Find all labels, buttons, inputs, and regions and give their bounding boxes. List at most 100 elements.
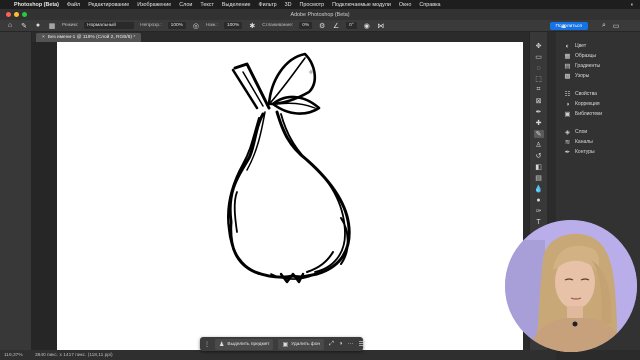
pressure-input[interactable]: 100% xyxy=(223,22,243,29)
opacity-label: Непрозр.: xyxy=(140,23,162,28)
eraser-tool-icon[interactable]: ◧ xyxy=(534,163,544,171)
panel-group-properties: ☷ Свойства ◑ Коррекция ▣ Библиотеки xyxy=(556,89,640,119)
contextual-task-bar: ⋮ ♟ Выделить предмет ▣ Удалить фон ⤢ ◑ ·… xyxy=(200,337,364,351)
opacity-input[interactable]: 100% xyxy=(167,22,186,29)
window-title-bar: Adobe Photoshop (Beta) xyxy=(0,9,640,20)
document-tab-close-icon[interactable]: × xyxy=(42,35,45,40)
drag-handle-icon[interactable]: ⋮ xyxy=(204,341,210,348)
select-subject-icon: ♟ xyxy=(219,341,225,348)
brush-preset-icon[interactable]: ● xyxy=(34,22,42,30)
pen-tool-icon[interactable]: ✑ xyxy=(534,207,544,215)
menu-item-plugins[interactable]: Подключаемые модули xyxy=(332,2,391,8)
document-tab-label: Без имени-1 @ 119% (Слой 2, RGB/8) * xyxy=(47,35,136,40)
menu-item-filter[interactable]: Фильтр xyxy=(259,2,277,8)
panel-group-color: ◐ Цвет ▦ Образцы ▤ Градиенты ▩ Узоры xyxy=(556,41,640,81)
panel-item-adjustments[interactable]: ◑ Коррекция xyxy=(556,99,640,109)
menu-app-name[interactable]: Photoshop (Beta) xyxy=(14,2,59,8)
brush-tool-active-icon[interactable]: ✎ xyxy=(533,130,544,138)
healing-brush-tool-icon[interactable]: ✚ xyxy=(534,119,544,127)
home-icon[interactable]: ⌂ xyxy=(6,22,14,30)
properties-icon: ☷ xyxy=(564,91,571,98)
taskbar-settings-icon[interactable]: ☰ xyxy=(359,341,364,348)
menu-item-view[interactable]: Просмотр xyxy=(300,2,325,8)
panel-item-layers[interactable]: ◈ Слои xyxy=(556,127,640,137)
brush-tool-icon[interactable]: ✎ xyxy=(20,22,28,30)
smoothing-input[interactable]: 0% xyxy=(299,22,313,29)
gradient-tool-icon[interactable]: ▤ xyxy=(534,174,544,182)
more-options-button[interactable]: ··· xyxy=(348,341,354,347)
panel-item-paths[interactable]: ✒ Контуры xyxy=(556,147,640,157)
menu-item-text[interactable]: Текст xyxy=(200,2,214,8)
window-title: Adobe Photoshop (Beta) xyxy=(290,11,350,18)
panel-label: Образцы xyxy=(575,53,597,59)
menu-status-area: ◐ xyxy=(631,2,634,8)
menu-bar: Photoshop (Beta) Файл Редактирование Изо… xyxy=(0,0,640,9)
object-select-tool-icon[interactable]: ⬚ xyxy=(534,75,544,83)
move-tool-icon[interactable]: ✥ xyxy=(534,42,544,50)
menu-item-file[interactable]: Файл xyxy=(67,2,80,8)
artboard-tool-icon[interactable]: ▭ xyxy=(534,53,544,61)
panel-item-channels[interactable]: ≋ Каналы xyxy=(556,137,640,147)
share-button[interactable]: Поделиться xyxy=(549,22,588,30)
pressure-size-icon[interactable]: ◉ xyxy=(363,22,371,30)
panel-item-patterns[interactable]: ▩ Узоры xyxy=(556,71,640,81)
control-center-icon[interactable]: ◐ xyxy=(631,2,634,8)
menu-item-3d[interactable]: 3D xyxy=(285,2,292,8)
menu-item-edit[interactable]: Редактирование xyxy=(88,2,129,8)
document-canvas[interactable] xyxy=(57,42,523,350)
pressure-opacity-icon[interactable]: ◎ xyxy=(192,22,200,30)
menu-item-image[interactable]: Изображение xyxy=(137,2,171,8)
workspace-icon[interactable]: ▭ xyxy=(612,22,620,30)
panel-label: Цвет xyxy=(575,43,587,49)
document-tab[interactable]: × Без имени-1 @ 119% (Слой 2, RGB/8) * xyxy=(36,33,142,42)
menu-item-window[interactable]: Окно xyxy=(399,2,412,8)
adjustment-icon[interactable]: ◑ xyxy=(339,341,343,347)
type-tool-icon[interactable]: T xyxy=(534,218,544,226)
panel-item-libraries[interactable]: ▣ Библиотеки xyxy=(556,109,640,119)
blur-tool-icon[interactable]: 💧 xyxy=(534,185,544,193)
zoom-window-button[interactable] xyxy=(22,12,27,17)
options-bar: ⌂ ✎ ● ▦ Режим: Нормальный Непрозр.: 100%… xyxy=(0,20,640,32)
frame-tool-icon[interactable]: ⊠ xyxy=(534,97,544,105)
panel-item-properties[interactable]: ☷ Свойства xyxy=(556,89,640,99)
close-window-button[interactable] xyxy=(6,12,11,17)
account-icon[interactable]: ▲ xyxy=(560,22,568,30)
remove-background-button[interactable]: ▣ Удалить фон xyxy=(278,338,325,350)
history-brush-tool-icon[interactable]: ↺ xyxy=(534,152,544,160)
menu-item-select[interactable]: Выделение xyxy=(222,2,251,8)
smoothing-settings-icon[interactable]: ⚙ xyxy=(318,22,326,30)
transform-icon[interactable]: ⤢ xyxy=(329,341,334,348)
select-subject-button[interactable]: ♟ Выделить предмет xyxy=(215,338,274,350)
mode-select[interactable]: Нормальный xyxy=(84,22,135,29)
minimize-window-button[interactable] xyxy=(14,12,19,17)
pattern-icon: ▩ xyxy=(564,73,571,80)
left-toolbar xyxy=(0,32,32,350)
mode-label: Режим: xyxy=(62,23,79,28)
panel-label: Свойства xyxy=(575,91,597,97)
clone-stamp-tool-icon[interactable]: ♙ xyxy=(534,141,544,149)
menu-item-layers[interactable]: Слои xyxy=(179,2,192,8)
panel-item-swatches[interactable]: ▦ Образцы xyxy=(556,51,640,61)
search-icon[interactable]: ⌕ xyxy=(600,22,608,30)
zoom-level[interactable]: 119,37% xyxy=(0,350,32,360)
dodge-tool-icon[interactable]: ● xyxy=(534,196,544,204)
gradient-icon: ▤ xyxy=(564,63,571,70)
smoothing-label: Сглаживание: xyxy=(262,23,294,28)
document-info[interactable]: 3840 пикс. x 1417 пикс. (118,11 ppi) xyxy=(35,353,113,358)
panel-item-color[interactable]: ◐ Цвет xyxy=(556,41,640,51)
angle-input[interactable]: 0° xyxy=(346,22,357,29)
panel-label: Библиотеки xyxy=(575,111,603,117)
eyedropper-tool-icon[interactable]: ✒ xyxy=(534,108,544,116)
pressure-label: Наж.: xyxy=(205,23,218,28)
pear-sketch xyxy=(227,52,351,284)
symmetry-icon[interactable]: ⋈ xyxy=(377,22,385,30)
crop-tool-icon[interactable]: ⌗ xyxy=(534,86,544,94)
lasso-tool-icon[interactable]: ◌ xyxy=(534,64,544,72)
brush-settings-icon[interactable]: ▦ xyxy=(48,22,56,30)
angle-icon: ∠ xyxy=(333,22,340,30)
status-bar: 3840 пикс. x 1417 пикс. (118,11 ppi) xyxy=(32,350,556,360)
menu-item-help[interactable]: Справка xyxy=(419,2,440,8)
panel-item-gradients[interactable]: ▤ Градиенты xyxy=(556,61,640,71)
panel-label: Коррекция xyxy=(575,101,600,107)
airbrush-icon[interactable]: ✱ xyxy=(248,22,256,30)
